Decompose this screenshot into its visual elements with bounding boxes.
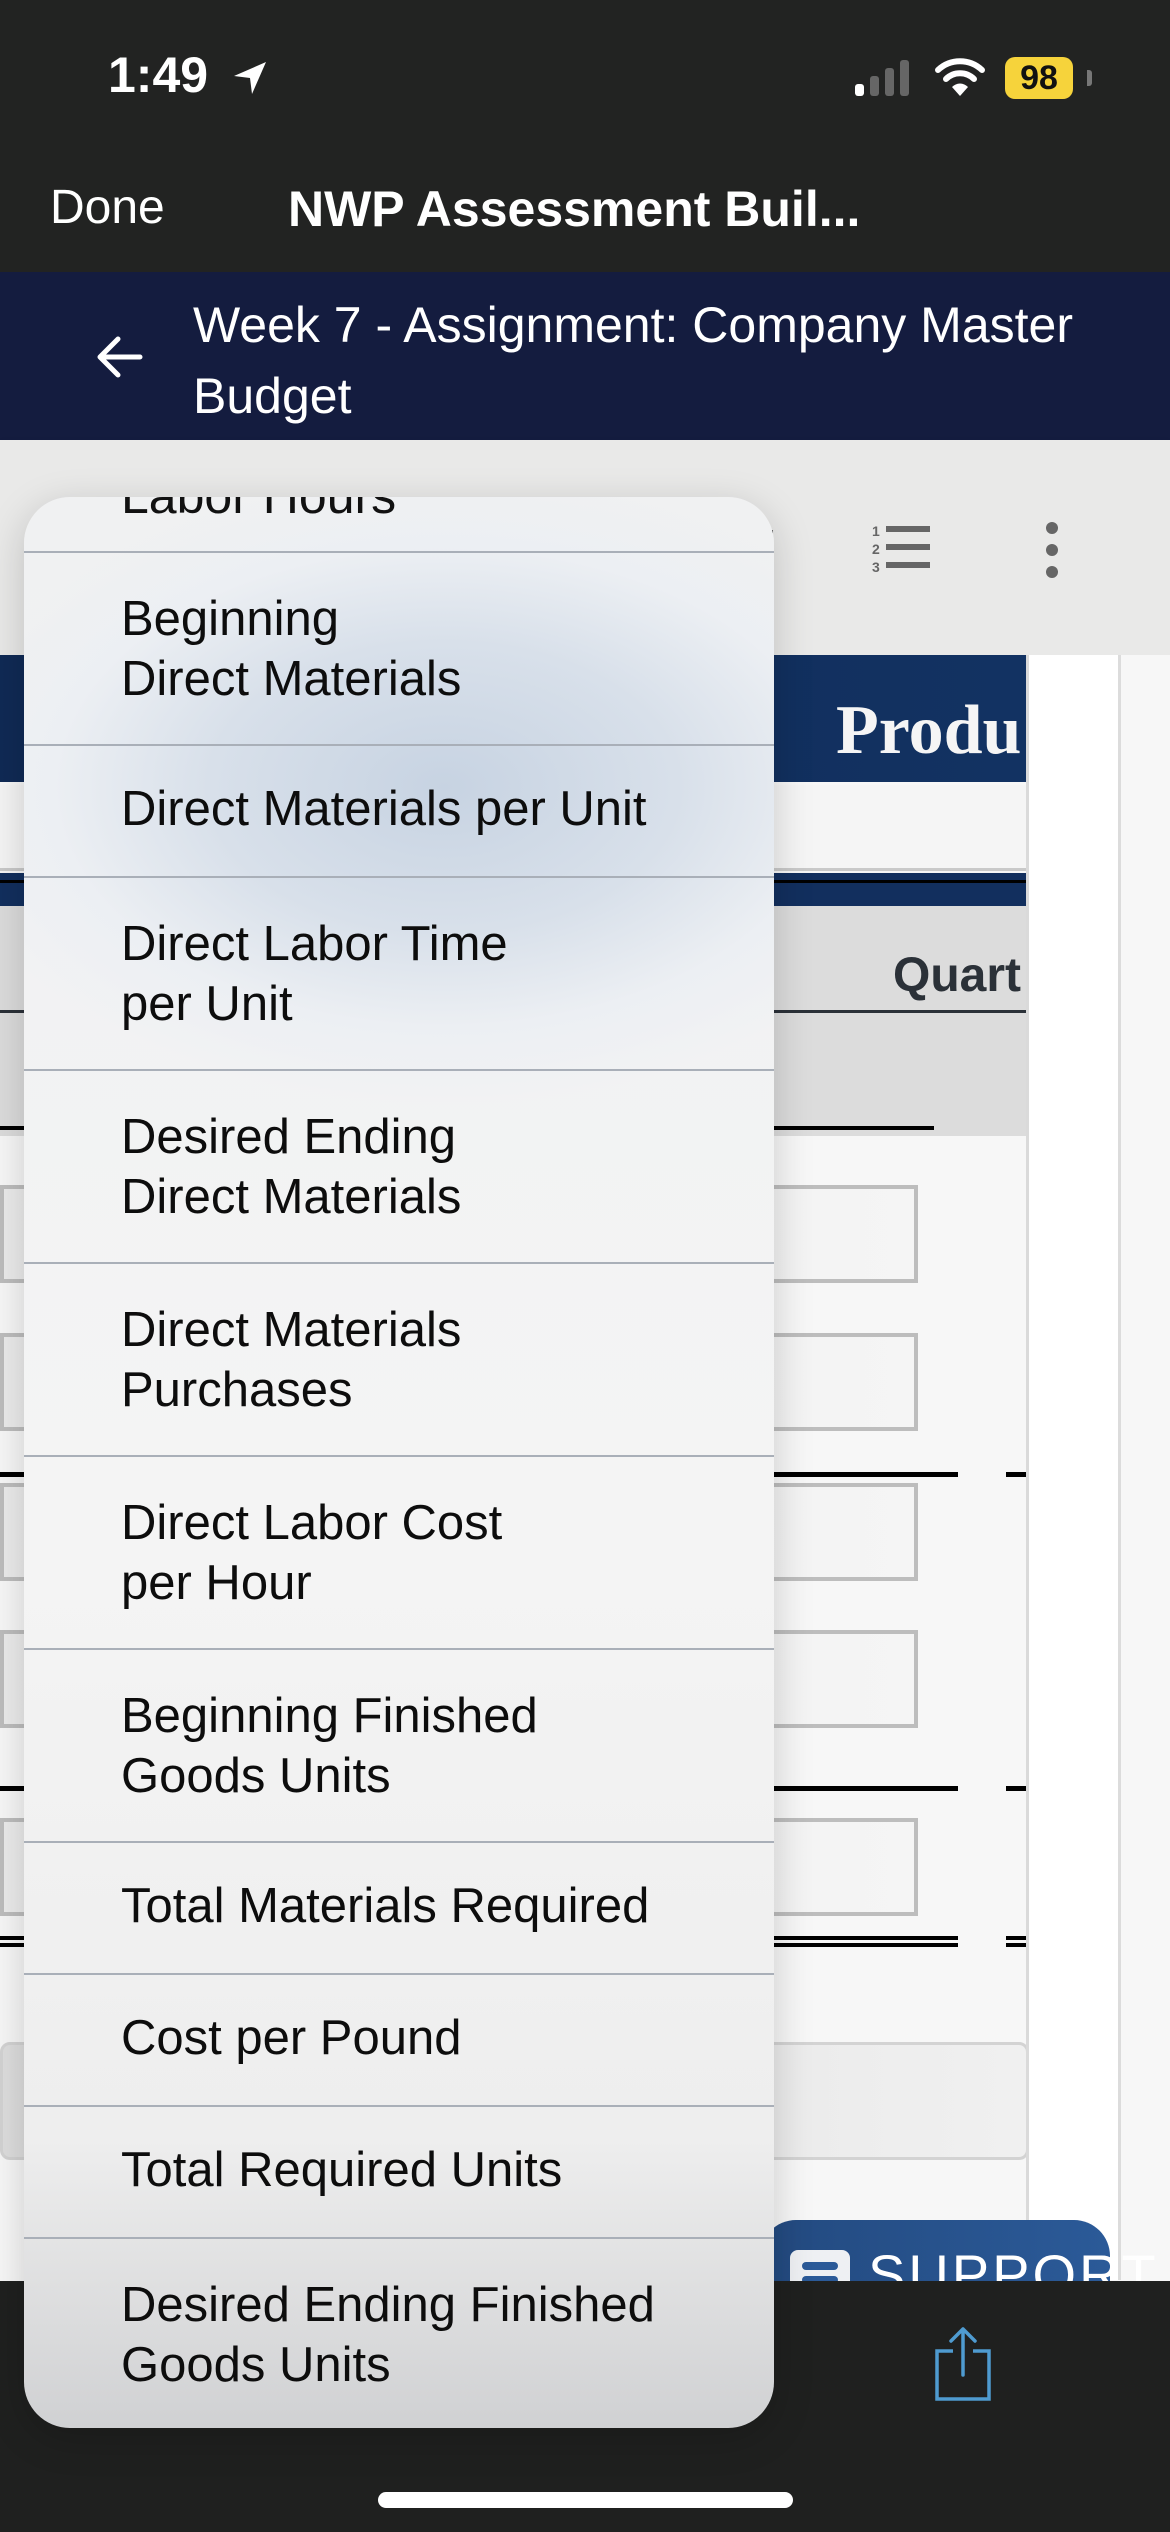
menu-item[interactable]: Beginning Direct Materials <box>24 551 774 744</box>
document-margin <box>1029 655 1118 2280</box>
menu-item-line2: per Hour <box>121 1556 312 1610</box>
screen: 1:49 98 Done NWP Assessment Buil... Week… <box>0 0 1170 2532</box>
battery-nub <box>1087 70 1092 86</box>
menu-item-clipped[interactable]: Labor Hours <box>121 497 396 525</box>
menu-item[interactable]: Total Required Units <box>24 2105 774 2237</box>
menu-item-label: Total Materials Required <box>121 1879 650 1933</box>
menu-item-line2: per Unit <box>121 977 293 1031</box>
menu-item-label: Desired Ending Finished Goods Units <box>121 2275 734 2395</box>
total-double-rule <box>1006 1936 1026 1940</box>
menu-item[interactable]: Cost per Pound <box>24 1973 774 2105</box>
done-button[interactable]: Done <box>50 180 165 235</box>
menu-item[interactable]: Beginning Finished Goods Units <box>24 1648 774 1841</box>
wifi-icon <box>935 58 985 96</box>
column-header-quarter: Quart <box>893 949 1022 1002</box>
menu-item-label: Direct Labor Time per Unit <box>121 914 734 1034</box>
browser-title: NWP Assessment Buil... <box>288 181 861 237</box>
menu-item-label: Desired Ending Direct Materials <box>121 1107 734 1227</box>
menu-item-line2: Goods Units <box>121 1749 391 1803</box>
menu-item-label: Total Required Units <box>121 2143 563 2197</box>
menu-item-label: Direct Materials per Unit <box>121 782 647 836</box>
menu-item-line2: Direct Materials <box>121 652 462 706</box>
app-header: Week 7 - Assignment: Company Master Budg… <box>0 272 1170 440</box>
browser-nav-bar: Done NWP Assessment Buil... <box>0 150 1170 272</box>
menu-item[interactable]: Direct Labor Time per Unit <box>24 876 774 1069</box>
more-vertical-icon[interactable] <box>1040 520 1064 580</box>
location-arrow-icon <box>234 62 266 94</box>
subtotal-rule <box>1006 1472 1026 1477</box>
menu-item-line2: Goods Units <box>121 2338 391 2392</box>
total-double-rule <box>1006 1943 1026 1947</box>
menu-item-label: Direct Materials Purchases <box>121 1300 734 1420</box>
menu-item-label: Cost per Pound <box>121 2011 462 2065</box>
menu-item-line2: Direct Materials <box>121 1170 462 1224</box>
document-border <box>1118 655 1121 2280</box>
menu-item[interactable]: Direct Materials Purchases <box>24 1262 774 1455</box>
menu-item[interactable]: Total Materials Required <box>24 1841 774 1973</box>
numbered-list-icon[interactable]: 1 2 3 <box>872 522 934 576</box>
share-icon[interactable] <box>934 2325 992 2403</box>
menu-item-line2: Purchases <box>121 1363 353 1417</box>
menu-item-line1: Direct Labor Cost <box>121 1496 503 1550</box>
menu-item-line1: Beginning <box>121 592 339 646</box>
menu-item-line1: Direct Materials <box>121 1303 462 1357</box>
menu-item-line1: Direct Labor Time <box>121 917 508 971</box>
svg-text:2: 2 <box>872 541 880 557</box>
menu-item-label: Beginning Finished Goods Units <box>121 1686 734 1806</box>
menu-item[interactable]: Direct Materials per Unit <box>24 744 774 876</box>
status-bar: 1:49 98 <box>0 0 1170 150</box>
status-time: 1:49 <box>108 47 209 103</box>
menu-item-line1: Desired Ending <box>121 1110 457 1164</box>
menu-item[interactable]: Desired Ending Direct Materials <box>24 1069 774 1262</box>
menu-item[interactable]: Direct Labor Cost per Hour <box>24 1455 774 1648</box>
document-title: Produ <box>836 692 1022 769</box>
home-indicator[interactable] <box>378 2492 793 2508</box>
menu-item-label: Direct Labor Cost per Hour <box>121 1493 734 1613</box>
subtotal-rule <box>1006 1786 1026 1791</box>
arrow-left-icon[interactable] <box>90 327 150 387</box>
dropdown-menu: Labor Hours Beginning Direct Materials Di… <box>24 497 774 2428</box>
menu-item-line1: Desired Ending Finished <box>121 2278 655 2332</box>
menu-item-label: Beginning Direct Materials <box>121 589 734 709</box>
battery-icon: 98 <box>1005 57 1073 99</box>
svg-text:3: 3 <box>872 559 880 575</box>
menu-item-line1: Beginning Finished <box>121 1689 538 1743</box>
svg-text:1: 1 <box>872 523 880 539</box>
page-title: Week 7 - Assignment: Company Master Budg… <box>193 297 1073 424</box>
menu-item[interactable]: Desired Ending Finished Goods Units <box>24 2237 774 2428</box>
cellular-signal-icon <box>855 60 909 96</box>
